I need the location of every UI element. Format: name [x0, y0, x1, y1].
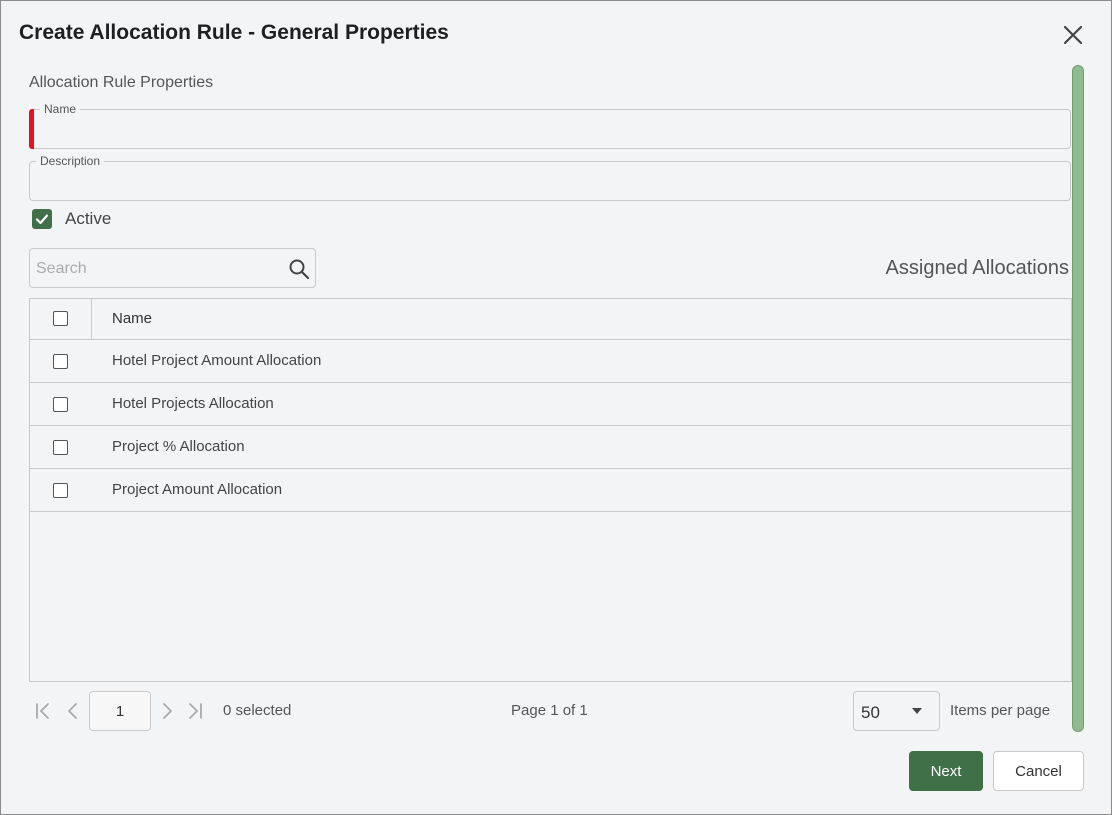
- prev-page-icon[interactable]: [63, 701, 83, 721]
- required-marker: [29, 109, 34, 149]
- caret-down-icon: [912, 708, 922, 714]
- pager: 1 0 selected Page 1 of 1 50 Items per pa…: [29, 691, 1072, 731]
- table-row[interactable]: Project Amount Allocation: [30, 469, 1071, 512]
- name-field[interactable]: Name: [29, 102, 1071, 149]
- last-page-icon[interactable]: [185, 701, 205, 721]
- row-checkbox[interactable]: [53, 483, 68, 498]
- name-input[interactable]: [40, 122, 1050, 142]
- dialog-title: Create Allocation Rule - General Propert…: [19, 21, 449, 44]
- create-allocation-rule-dialog: Create Allocation Rule - General Propert…: [0, 0, 1112, 815]
- search-icon[interactable]: [288, 258, 310, 280]
- page-number-input[interactable]: 1: [89, 691, 151, 731]
- grid-header: Name: [30, 299, 1071, 340]
- row-name: Hotel Project Amount Allocation: [112, 352, 322, 369]
- description-input[interactable]: [40, 174, 1050, 194]
- check-icon: [35, 214, 49, 225]
- allocations-grid: Name Hotel Project Amount Allocation Hot…: [29, 298, 1072, 682]
- cancel-button[interactable]: Cancel: [993, 751, 1084, 791]
- table-row[interactable]: Hotel Projects Allocation: [30, 383, 1071, 426]
- page-info: Page 1 of 1: [511, 702, 588, 719]
- next-page-icon[interactable]: [157, 701, 177, 721]
- selected-count: 0 selected: [223, 702, 292, 719]
- section-title: Allocation Rule Properties: [29, 74, 214, 91]
- name-label: Name: [40, 102, 81, 116]
- next-button[interactable]: Next: [909, 751, 983, 791]
- column-divider: [91, 299, 92, 339]
- column-header-name[interactable]: Name: [112, 310, 152, 327]
- row-checkbox[interactable]: [53, 397, 68, 412]
- row-name: Project % Allocation: [112, 438, 245, 455]
- description-field[interactable]: Description: [29, 154, 1071, 201]
- search-box[interactable]: [29, 248, 316, 288]
- active-label: Active: [65, 209, 112, 228]
- row-name: Project Amount Allocation: [112, 481, 283, 498]
- select-all-checkbox[interactable]: [53, 311, 68, 326]
- row-checkbox[interactable]: [53, 354, 68, 369]
- first-page-icon[interactable]: [33, 701, 53, 721]
- row-checkbox[interactable]: [53, 440, 68, 455]
- items-per-page-value: 50: [861, 703, 880, 722]
- description-label: Description: [36, 154, 105, 168]
- close-icon: [1063, 25, 1083, 45]
- search-input[interactable]: [36, 259, 276, 279]
- items-per-page-label: Items per page: [950, 702, 1051, 719]
- vertical-scrollbar[interactable]: [1072, 65, 1084, 732]
- close-button[interactable]: [1061, 23, 1085, 47]
- items-per-page-select[interactable]: 50: [853, 691, 940, 731]
- row-name: Hotel Projects Allocation: [112, 395, 274, 412]
- assigned-allocations-title: Assigned Allocations: [885, 257, 1069, 279]
- table-row[interactable]: Hotel Project Amount Allocation: [30, 340, 1071, 383]
- active-row: Active: [32, 209, 111, 229]
- active-checkbox[interactable]: [32, 209, 52, 229]
- table-row[interactable]: Project % Allocation: [30, 426, 1071, 469]
